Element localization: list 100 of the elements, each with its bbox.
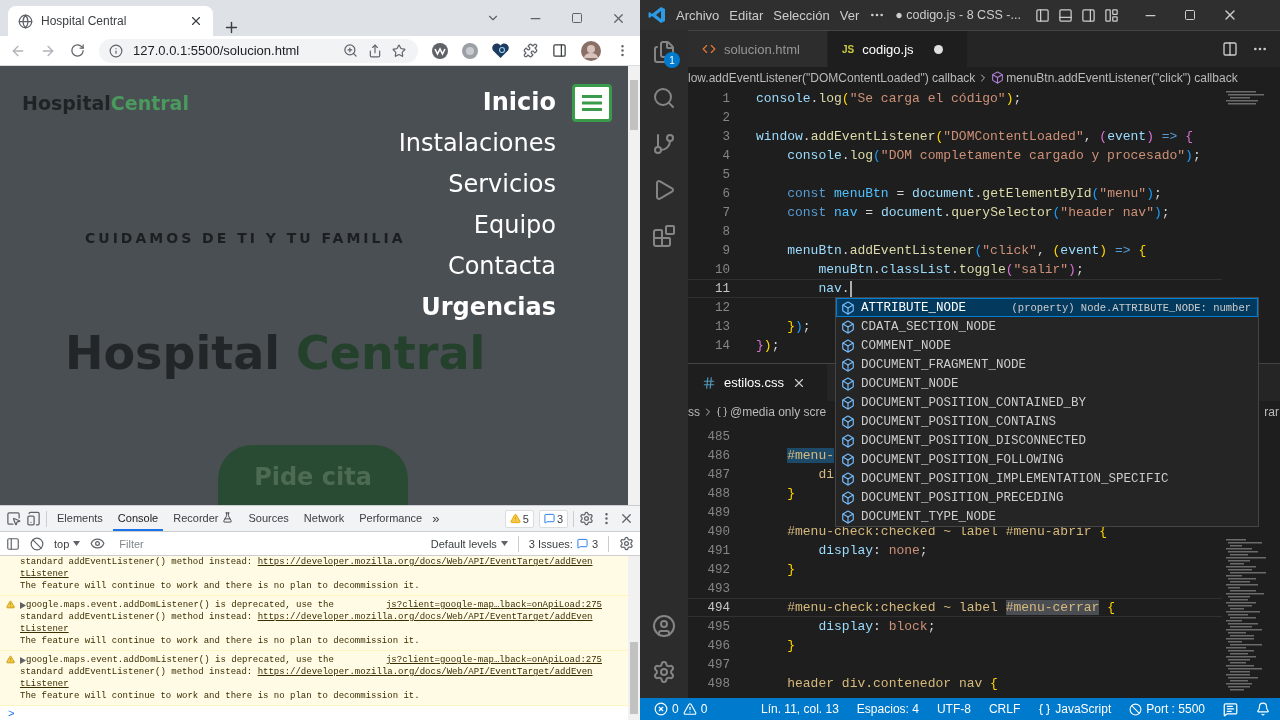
nav-link[interactable]: Urgencias: [421, 287, 556, 328]
line-number: 2: [721, 110, 730, 125]
suggestion-item[interactable]: DOCUMENT_POSITION_FOLLOWING: [836, 450, 1258, 469]
code-line: }: [786, 638, 796, 653]
editor-tab[interactable]: JS codigo.js: [828, 31, 968, 67]
line-number: 496: [706, 638, 730, 653]
link[interactable]: tListener: [20, 568, 69, 580]
line-number: 485: [706, 429, 730, 444]
nav-link[interactable]: Instalaciones: [398, 123, 556, 164]
suggestion-item[interactable]: DOCUMENT_NODE: [836, 374, 1258, 393]
line-number: 486: [706, 448, 730, 463]
code-line: menuBtn.addEventListener("click", (event) => {: [786, 243, 1147, 258]
menu-item[interactable]: Editar: [729, 7, 764, 23]
code-line: });: [756, 338, 780, 353]
code-line: di: [817, 467, 835, 482]
line-number: 13: [714, 319, 730, 334]
suggestion-item[interactable]: DOCUMENT_POSITION_PRECEDING: [836, 488, 1258, 507]
code-line: nav.: [817, 281, 850, 296]
suggestion-item[interactable]: DOCUMENT_POSITION_IMPLEMENTATION_SPECIFIC: [836, 469, 1258, 488]
devtools-tab[interactable]: Network: [298, 506, 350, 531]
devtools-tab[interactable]: Console: [112, 506, 164, 531]
levels-select[interactable]: Default levels: [430, 537, 508, 550]
code-line: }: [786, 486, 796, 501]
line-number: 489: [706, 505, 730, 520]
line-number: 5: [721, 167, 730, 182]
line-number: 14: [714, 338, 730, 353]
link[interactable]: https://developer.mozilla.org/docs/Web/API/EventTarget/addEven: [257, 556, 593, 568]
line-number: 497: [706, 657, 730, 672]
suggestion-item[interactable]: DOCUMENT_FRAGMENT_NODE: [836, 355, 1258, 374]
breadcrumb-item[interactable]: menuBtn.addEventListener("click") callback: [1006, 70, 1238, 85]
suggestion-item[interactable]: DOCUMENT_TYPE_NODE: [836, 507, 1258, 526]
devtools-tab[interactable]: Performance: [354, 506, 428, 531]
suggestion-item[interactable]: DOCUMENT_POSITION_CONTAINS: [836, 412, 1258, 431]
nav-link[interactable]: Equipo: [473, 205, 556, 246]
breadcrumb-item[interactable]: ss: [688, 404, 700, 419]
menu-item[interactable]: Ver: [839, 7, 860, 23]
suggestion-item[interactable]: DOCUMENT_POSITION_CONTAINED_BY: [836, 393, 1258, 412]
link[interactable]: tListener: [20, 623, 69, 635]
nav-link[interactable]: Inicio: [482, 82, 556, 123]
code-line: });: [786, 319, 811, 334]
breadcrumb-item[interactable]: low.addEventListener("DOMContentLoaded") callback: [688, 70, 976, 85]
breadcrumb-item[interactable]: @media only scre: [730, 404, 827, 419]
nav-link[interactable]: Contacta: [447, 246, 556, 287]
suggestion-item[interactable]: CDATA_SECTION_NODE: [836, 317, 1258, 336]
status-item[interactable]: Lín. 11, col. 13: [761, 702, 839, 716]
suggestion-item[interactable]: COMMENT_NODE: [836, 336, 1258, 355]
devtools-tab[interactable]: Sources: [243, 506, 294, 531]
link[interactable]: https://developer.mozilla.org/docs/Web/API/EventTarget/addEven: [257, 611, 593, 623]
warnings-badge[interactable]: 5: [504, 509, 534, 528]
breadcrumb-item[interactable]: rar: [1264, 404, 1280, 419]
editor-tab[interactable]: solucion.html: [688, 31, 828, 67]
menu-item[interactable]: Selección: [773, 7, 830, 23]
editor-tab[interactable]: estilos.css: [688, 364, 828, 401]
source-link[interactable]: js?client=google-map…lback=onApiLoad:275: [385, 599, 602, 611]
link[interactable]: https://developer.mozilla.org/docs/Web/API/EventTarget/addEven: [257, 666, 593, 678]
suggestion-item[interactable]: ATTRIBUTE_NODE (property) Node.ATTRIBUTE_NODE: number: [836, 298, 1258, 317]
suggestion-detail: (property) Node.ATTRIBUTE_NODE: number: [1011, 301, 1251, 314]
browser-tab[interactable]: Hospital Central: [8, 6, 213, 36]
issues-button[interactable]: 3 Issues: 3: [528, 537, 598, 550]
language-button[interactable]: JavaScript: [1038, 702, 1112, 716]
devtools-tab[interactable]: Elements: [52, 506, 108, 531]
line-number: 487: [706, 467, 730, 482]
status-item[interactable]: CRLF: [988, 702, 1021, 716]
line-number: 12: [714, 300, 730, 315]
source-link[interactable]: js?client=google-map…lback=onApiLoad:275: [385, 654, 602, 666]
console-text: The feature will continue to work and there is no plan to decommission it.: [20, 690, 420, 702]
line-number: 493: [706, 581, 730, 596]
menu-item[interactable]: Archivo: [676, 7, 720, 23]
status-item[interactable]: UTF-8: [936, 702, 971, 716]
code-line: display: block;: [817, 619, 936, 634]
explorer-button[interactable]: 1: [652, 40, 676, 64]
line-number: 3: [721, 129, 730, 144]
line-number: 9: [721, 243, 730, 258]
link[interactable]: tListener: [20, 678, 69, 690]
line-number: 10: [714, 262, 730, 277]
devtools-tab[interactable]: Recorder: [168, 506, 239, 531]
more-tabs-button[interactable]: »: [432, 511, 440, 526]
console-prompt[interactable]: >: [0, 706, 628, 720]
messages-badge[interactable]: 3: [538, 509, 568, 528]
line-number: 488: [706, 486, 730, 501]
code-line: #menu-check:checked ~ label #menu-cerrar {: [786, 600, 1115, 615]
console-text: google.maps.event.addDomListener() is deprecated, use the: [26, 654, 334, 666]
code-line: window.addEventListener("DOMContentLoaded", (event) => {: [756, 129, 1193, 144]
line-number: 8: [721, 224, 730, 239]
code-line: display: none;: [817, 543, 928, 558]
line-number: 11: [714, 281, 730, 296]
code-line: header div.contenedor nav {: [786, 676, 998, 691]
line-number: 494: [706, 600, 730, 615]
context-select[interactable]: top: [54, 537, 81, 550]
code-line: menuBtn.classList.toggle("salir");: [817, 262, 1084, 277]
nav-link[interactable]: Servicios: [448, 164, 556, 205]
problems-button[interactable]: 0 0: [654, 702, 708, 716]
status-item[interactable]: Espacios: 4: [856, 702, 919, 716]
console-text: The feature will continue to work and there is no plan to decommission it.: [20, 580, 420, 592]
suggestion-item[interactable]: DOCUMENT_POSITION_DISCONNECTED: [836, 431, 1258, 450]
code-line: console.log("Se carga el código");: [756, 91, 1022, 106]
address-field[interactable]: 127.0.0.1:5500/solucion.html: [99, 38, 418, 63]
console-text: standard addEventListener() method instead:: [20, 611, 253, 623]
console-text: The feature will continue to work and there is no plan to decommission it.: [20, 635, 420, 647]
port-button[interactable]: Port : 5500: [1129, 702, 1205, 716]
